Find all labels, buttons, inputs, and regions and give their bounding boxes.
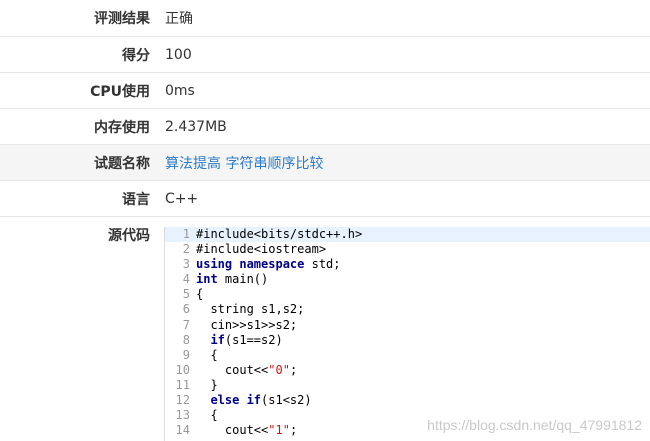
line-text: #include<iostream> <box>196 242 326 257</box>
line-text: { <box>196 347 218 363</box>
line-number: 9 <box>182 347 190 362</box>
code-token: cout<< <box>196 423 269 438</box>
line-text: else if(s1<s2) <box>196 393 312 408</box>
line-number: 5 <box>182 287 190 302</box>
code-token: std; <box>304 257 341 272</box>
code-line: 10 cout<<"0"; <box>165 363 650 378</box>
code-token: (s1<s2) <box>261 393 312 408</box>
line-text: { <box>196 287 203 302</box>
cpu-value: 0ms <box>165 82 195 99</box>
line-text: using namespace std; <box>196 257 341 272</box>
line-number: 6 <box>182 302 190 317</box>
line-number: 3 <box>182 257 190 272</box>
language-row: 语言 C++ <box>0 180 650 216</box>
source-code-row: 源代码 1 #include<bits/stdc++.h> 2 #include<io… <box>0 216 650 441</box>
language-value: C++ <box>165 190 199 207</box>
code-line: 8 if(s1==s2) <box>165 333 650 348</box>
code-token: cin>>s1>>s2; <box>196 317 298 332</box>
code-token: main() <box>217 272 269 287</box>
result-row: 评测结果 正确 <box>0 0 650 36</box>
code-token: #include<bits/stdc++.h> <box>196 227 363 241</box>
code-token: else if <box>210 393 262 408</box>
code-token: #include<iostream> <box>196 242 327 257</box>
code-line: 12 else if(s1<s2) <box>165 393 650 408</box>
code-line: 4 int main() <box>165 272 650 287</box>
source-code-label: 源代码 <box>108 228 150 244</box>
problem-value: 算法提高 字符串顺序比较 <box>165 145 323 180</box>
code-token: (s1==s2) <box>224 332 283 347</box>
code-token: { <box>196 408 218 423</box>
language-label: 语言 <box>122 191 150 208</box>
code-line: 3 using namespace std; <box>165 257 650 272</box>
score-label: 得分 <box>122 47 150 64</box>
line-number: 4 <box>182 272 190 287</box>
line-text: #include<bits/stdc++.h> <box>196 227 362 242</box>
memory-label: 内存使用 <box>94 119 150 136</box>
score-value: 100 <box>165 46 192 63</box>
result-label: 评测结果 <box>94 11 150 27</box>
code-line: 7 cin>>s1>>s2; <box>165 318 650 333</box>
line-text: int main() <box>196 272 268 287</box>
code-line: 11 } <box>165 378 650 393</box>
memory-value: 2.437MB <box>165 118 227 135</box>
line-number: 11 <box>175 377 190 392</box>
line-text: cout<<"1"; <box>196 423 297 438</box>
code-line: 2 #include<iostream> <box>165 242 650 257</box>
line-number: 13 <box>175 408 190 423</box>
code-token: { <box>196 347 218 362</box>
result-value: 正确 <box>165 11 193 27</box>
line-number: 2 <box>182 242 190 257</box>
code-token: cout<< <box>196 362 269 377</box>
line-text: cout<<"0"; <box>196 363 297 378</box>
line-number: 8 <box>182 332 190 347</box>
code-token: { <box>196 287 204 302</box>
line-text: { <box>196 408 218 423</box>
line-number: 12 <box>175 393 190 408</box>
score-row: 得分 100 <box>0 36 650 72</box>
code-token: } <box>196 377 218 392</box>
code-token: ; <box>289 362 298 377</box>
code-line: 9 { <box>165 348 650 363</box>
code-token: if <box>210 332 225 347</box>
code-token: using namespace <box>196 257 305 272</box>
line-text: } <box>196 377 218 393</box>
code-line: 6 string s1,s2; <box>165 302 650 317</box>
code-token: "0" <box>268 362 290 377</box>
code-line: 1 #include<bits/stdc++.h> <box>165 227 650 243</box>
line-number: 14 <box>175 423 190 438</box>
code-viewer[interactable]: 1 #include<bits/stdc++.h> 2 #include<iostre… <box>164 227 650 441</box>
code-line: 5{ <box>165 287 650 302</box>
code-token: int <box>196 272 218 287</box>
watermark: https://blog.csdn.net/qq_47991812 <box>427 417 642 433</box>
line-text: if(s1==s2) <box>196 332 283 348</box>
problem-link[interactable]: 算法提高 字符串顺序比较 <box>165 153 323 173</box>
problem-label: 试题名称 <box>94 155 150 172</box>
code-token: ; <box>289 423 298 438</box>
line-text: cin>>s1>>s2; <box>196 318 297 333</box>
cpu-row: CPU使用 0ms <box>0 72 650 108</box>
cpu-label: CPU使用 <box>90 83 150 100</box>
line-number: 1 <box>182 227 190 241</box>
line-number: 10 <box>175 362 190 377</box>
code-token: "1" <box>268 423 290 438</box>
problem-row: 试题名称 算法提高 字符串顺序比较 <box>0 144 650 180</box>
code-token: string s1,s2; <box>196 302 305 317</box>
memory-row: 内存使用 2.437MB <box>0 108 650 144</box>
submission-detail-table: 评测结果 正确 得分 100 CPU使用 0ms 内存使用 2.437MB 试题… <box>0 0 650 441</box>
line-text: string s1,s2; <box>196 302 304 317</box>
line-number: 7 <box>182 317 190 332</box>
